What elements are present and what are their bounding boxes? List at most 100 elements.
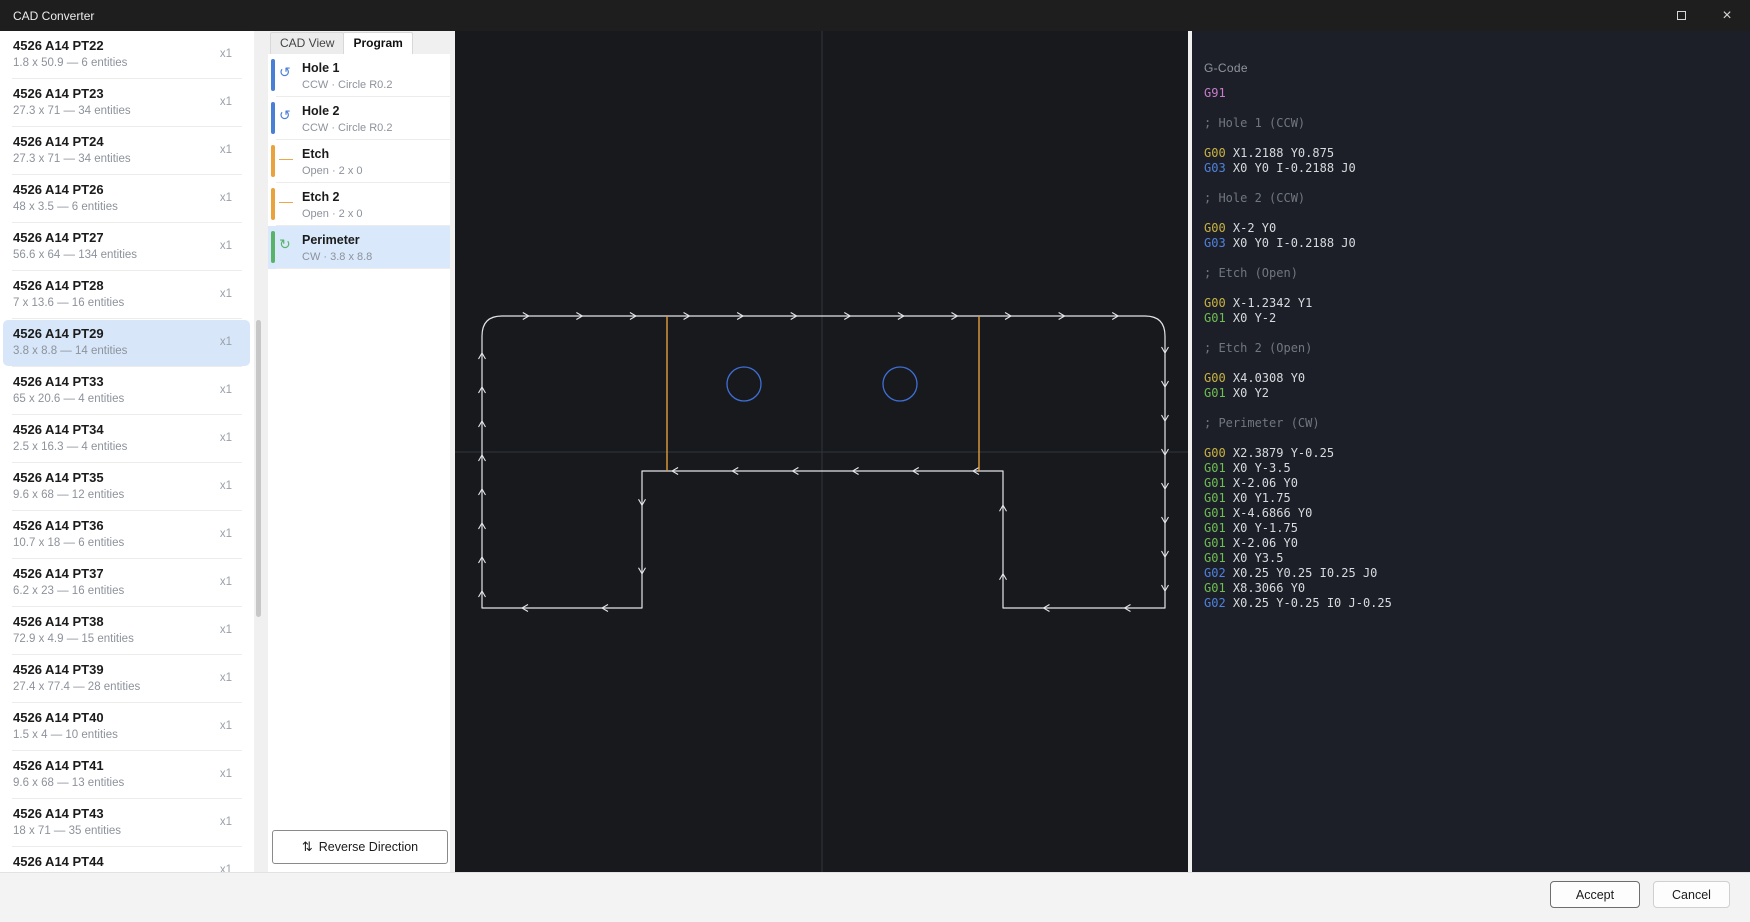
reverse-direction-button[interactable]: ⇅ Reverse Direction bbox=[272, 830, 448, 864]
part-list: 4526 A14 PT22 1.8 x 50.9 — 6 entities x1… bbox=[0, 31, 254, 872]
operation-title: Perimeter bbox=[302, 233, 450, 248]
part-detail: 1.8 x 50.9 — 6 entities bbox=[13, 57, 254, 69]
tab-program[interactable]: Program bbox=[343, 32, 412, 54]
gcode-line: G01 X-2.06 Y0 bbox=[1204, 476, 1742, 491]
part-quantity: x1 bbox=[220, 720, 232, 732]
operation-item[interactable]: — Etch Open · 2 x 0 bbox=[268, 140, 450, 183]
part-name: 4526 A14 PT26 bbox=[13, 182, 254, 198]
gcode-line bbox=[1204, 176, 1742, 191]
operation-item[interactable]: — Etch 2 Open · 2 x 0 bbox=[268, 183, 450, 226]
part-name: 4526 A14 PT39 bbox=[13, 662, 254, 678]
part-detail: 18 x 71 — 35 entities bbox=[13, 825, 254, 837]
part-list-item[interactable]: 4526 A14 PT28 7 x 13.6 — 16 entities x1 bbox=[0, 271, 254, 319]
part-list-scrollbar[interactable] bbox=[256, 320, 261, 617]
part-list-item[interactable]: 4526 A14 PT23 27.3 x 71 — 34 entities x1 bbox=[0, 79, 254, 127]
part-quantity: x1 bbox=[220, 768, 232, 780]
operation-list: ↺ Hole 1 CCW · Circle R0.2 ↺ Hole 2 CCW … bbox=[268, 54, 450, 872]
cad-drawing bbox=[455, 31, 1188, 872]
operation-item[interactable]: ↺ Hole 1 CCW · Circle R0.2 bbox=[268, 54, 450, 97]
gcode-line: G01 X0 Y1.75 bbox=[1204, 491, 1742, 506]
part-list-item[interactable]: 4526 A14 PT26 48 x 3.5 — 6 entities x1 bbox=[0, 175, 254, 223]
part-quantity: x1 bbox=[220, 864, 232, 872]
part-name: 4526 A14 PT37 bbox=[13, 566, 254, 582]
ccw-rotation-icon: ↺ bbox=[279, 108, 291, 122]
part-name: 4526 A14 PT34 bbox=[13, 422, 254, 438]
part-quantity: x1 bbox=[220, 624, 232, 636]
gcode-line: G01 X0 Y-1.75 bbox=[1204, 521, 1742, 536]
operation-item[interactable]: ↺ Hole 2 CCW · Circle R0.2 bbox=[268, 97, 450, 140]
part-name: 4526 A14 PT41 bbox=[13, 758, 254, 774]
part-list-item[interactable]: 4526 A14 PT37 6.2 x 23 — 16 entities x1 bbox=[0, 559, 254, 607]
titlebar: CAD Converter × bbox=[0, 0, 1750, 31]
operation-detail: CCW · Circle R0.2 bbox=[302, 122, 450, 134]
part-list-item[interactable]: 4526 A14 PT29 3.8 x 8.8 — 14 entities x1 bbox=[0, 319, 254, 367]
reverse-direction-label: Reverse Direction bbox=[319, 840, 418, 854]
gcode-line: ; Etch 2 (Open) bbox=[1204, 341, 1742, 356]
cancel-button[interactable]: Cancel bbox=[1653, 881, 1730, 908]
part-quantity: x1 bbox=[220, 432, 232, 444]
gcode-line bbox=[1204, 326, 1742, 341]
part-list-item[interactable]: 4526 A14 PT43 18 x 71 — 35 entities x1 bbox=[0, 799, 254, 847]
perimeter-outline bbox=[482, 316, 1165, 608]
part-quantity: x1 bbox=[220, 672, 232, 684]
accept-button[interactable]: Accept bbox=[1550, 881, 1640, 908]
gcode-line: ; Hole 2 (CCW) bbox=[1204, 191, 1742, 206]
tab-bar: CAD ViewProgram bbox=[268, 31, 450, 54]
part-quantity: x1 bbox=[220, 816, 232, 828]
gcode-line: G91 bbox=[1204, 86, 1742, 101]
part-list-item[interactable]: 4526 A14 PT39 27.4 x 77.4 — 28 entities … bbox=[0, 655, 254, 703]
cw-rotation-icon: ↻ bbox=[279, 237, 291, 251]
part-list-item[interactable]: 4526 A14 PT36 10.7 x 18 — 6 entities x1 bbox=[0, 511, 254, 559]
gcode-line bbox=[1204, 251, 1742, 266]
gcode-line bbox=[1204, 206, 1742, 221]
gcode-header: G-Code bbox=[1204, 61, 1248, 75]
part-detail: 6.2 x 23 — 16 entities bbox=[13, 585, 254, 597]
part-detail: 65 x 20.6 — 4 entities bbox=[13, 393, 254, 405]
part-detail: 27.3 x 71 — 34 entities bbox=[13, 153, 254, 165]
part-list-item[interactable]: 4526 A14 PT24 27.3 x 71 — 34 entities x1 bbox=[0, 127, 254, 175]
tab-cad-view[interactable]: CAD View bbox=[270, 32, 344, 54]
part-quantity: x1 bbox=[220, 240, 232, 252]
gcode-line: G00 X-1.2342 Y1 bbox=[1204, 296, 1742, 311]
window-controls: × bbox=[1658, 0, 1750, 31]
gcode-line: G01 X8.3066 Y0 bbox=[1204, 581, 1742, 596]
part-list-item[interactable]: 4526 A14 PT34 2.5 x 16.3 — 4 entities x1 bbox=[0, 415, 254, 463]
part-list-item[interactable]: 4526 A14 PT27 56.6 x 64 — 134 entities x… bbox=[0, 223, 254, 271]
operation-detail: Open · 2 x 0 bbox=[302, 208, 450, 220]
gcode-line: G00 X4.0308 Y0 bbox=[1204, 371, 1742, 386]
gcode-line: ; Perimeter (CW) bbox=[1204, 416, 1742, 431]
part-detail: 27.4 x 77.4 — 28 entities bbox=[13, 681, 254, 693]
part-detail: 9.6 x 68 — 12 entities bbox=[13, 489, 254, 501]
reverse-direction-icon: ⇅ bbox=[302, 839, 313, 855]
part-quantity: x1 bbox=[220, 336, 232, 348]
operation-accent bbox=[271, 59, 275, 91]
part-list-item[interactable]: 4526 A14 PT38 72.9 x 4.9 — 15 entities x… bbox=[0, 607, 254, 655]
part-list-item[interactable]: 4526 A14 PT33 65 x 20.6 — 4 entities x1 bbox=[0, 367, 254, 415]
part-name: 4526 A14 PT27 bbox=[13, 230, 254, 246]
close-button[interactable]: × bbox=[1704, 0, 1750, 31]
part-name: 4526 A14 PT33 bbox=[13, 374, 254, 390]
part-detail: 9.6 x 68 — 13 entities bbox=[13, 777, 254, 789]
cad-canvas[interactable] bbox=[455, 31, 1188, 872]
maximize-button[interactable] bbox=[1658, 0, 1704, 31]
gcode-line bbox=[1204, 131, 1742, 146]
part-list-item[interactable]: 4526 A14 PT35 9.6 x 68 — 12 entities x1 bbox=[0, 463, 254, 511]
window-title: CAD Converter bbox=[13, 9, 94, 23]
gcode-line: G02 X0.25 Y0.25 I0.25 J0 bbox=[1204, 566, 1742, 581]
program-panel: CAD ViewProgram ↺ Hole 1 CCW · Circle R0… bbox=[268, 31, 450, 872]
part-quantity: x1 bbox=[220, 528, 232, 540]
gcode-line: G00 X1.2188 Y0.875 bbox=[1204, 146, 1742, 161]
operation-accent bbox=[271, 231, 275, 263]
operation-accent bbox=[271, 188, 275, 220]
gcode-line: G01 X0 Y-3.5 bbox=[1204, 461, 1742, 476]
gcode-line bbox=[1204, 356, 1742, 371]
part-list-item[interactable]: 4526 A14 PT44 x1 bbox=[0, 847, 254, 872]
part-list-item[interactable]: 4526 A14 PT22 1.8 x 50.9 — 6 entities x1 bbox=[0, 31, 254, 79]
part-list-item[interactable]: 4526 A14 PT41 9.6 x 68 — 13 entities x1 bbox=[0, 751, 254, 799]
gcode-lines: G91 ; Hole 1 (CCW) G00 X1.2188 Y0.875G03… bbox=[1204, 86, 1742, 611]
operation-title: Etch 2 bbox=[302, 190, 450, 205]
part-quantity: x1 bbox=[220, 384, 232, 396]
ccw-rotation-icon: ↺ bbox=[279, 65, 291, 79]
operation-item[interactable]: ↻ Perimeter CW · 3.8 x 8.8 bbox=[268, 226, 450, 269]
part-list-item[interactable]: 4526 A14 PT40 1.5 x 4 — 10 entities x1 bbox=[0, 703, 254, 751]
